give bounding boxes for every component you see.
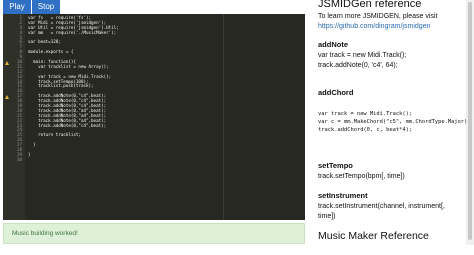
addnote-line-2: track.addNote(0, 'c4', 64);	[318, 62, 398, 69]
code-editor[interactable]: 1 var fs = require('fs'); 2 var Midi = requ…	[3, 14, 305, 220]
code-line[interactable]: 30	[3, 156, 305, 163]
settempo-line: track.setTempo(bpm[, time])	[318, 173, 405, 180]
code-lines[interactable]: 1 var fs = require('fs'); 2 var Midi = requ…	[3, 15, 305, 163]
reference-panel: JSMIDGen reference To learn more JSMIDGE…	[318, 0, 466, 255]
line-number: 30	[16, 156, 22, 162]
warning-icon	[5, 60, 9, 65]
toolbar: Play Stop	[0, 0, 310, 14]
stop-button[interactable]: Stop	[32, 0, 60, 14]
play-button[interactable]: Play	[3, 0, 31, 14]
music-maker-heading: Music Maker Reference	[318, 230, 429, 242]
warning-icon	[5, 94, 9, 99]
reference-title: JSMIDGen reference	[318, 0, 422, 10]
addchord-heading: addChord	[318, 88, 354, 97]
setinstrument-heading: setInstrument	[318, 191, 368, 200]
settempo-heading: setTempo	[318, 161, 353, 170]
addnote-line-1: var track = new Midi.Track();	[318, 52, 407, 59]
status-message: Music building worked!	[3, 223, 305, 244]
jsmidgen-link[interactable]: https://github.com/dingram/jsmidgen	[318, 23, 430, 30]
scrollbar-thumb[interactable]	[468, 2, 472, 240]
setinstrument-line-1: track.setInstrument(channel, instrument[…	[318, 203, 445, 210]
reference-intro: To learn more JSMIDGEN, please visit	[318, 13, 438, 20]
addchord-code: var track = new Midi.Track(); var c = mm…	[318, 111, 466, 133]
setinstrument-line-2: time])	[318, 213, 336, 220]
addnote-heading: addNote	[318, 40, 348, 49]
